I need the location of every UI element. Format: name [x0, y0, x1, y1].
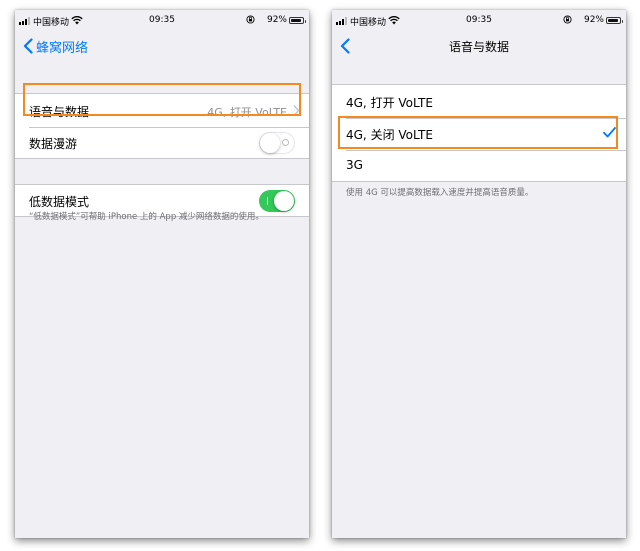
option-4g-volte-on[interactable]: 4G, 打开 VoLTE [332, 86, 626, 118]
option-3g[interactable]: 3G [332, 150, 626, 182]
status-bar: 中国移动 09:35 92% [15, 10, 309, 32]
data-roaming-toggle[interactable] [259, 132, 295, 154]
orientation-lock-icon [563, 15, 572, 24]
low-data-mode-label: 低数据模式 [29, 195, 90, 209]
voice-roaming-group: 语音与数据 4G, 打开 VoLTE 数据漫游 [15, 93, 309, 159]
battery-icon [606, 17, 623, 24]
toggle-knob [274, 191, 294, 211]
low-data-mode-footer: “低数据模式”可帮助 iPhone 上的 App 减少网络数据的使用。 [29, 212, 264, 222]
back-button[interactable]: 蜂窝网络 [23, 36, 88, 56]
battery-percentage: 92% [266, 15, 287, 25]
option-4g-volte-off[interactable]: 4G, 关闭 VoLTE [332, 118, 626, 150]
network-options-footer: 使用 4G 可以提高数据载入速度并提高语音质量。 [346, 188, 534, 198]
option-label: 3G [346, 158, 363, 172]
data-roaming-label: 数据漫游 [29, 137, 78, 151]
status-bar: 中国移动 09:35 92% [332, 10, 626, 32]
orientation-lock-icon [246, 15, 255, 24]
back-button-label: 蜂窝网络 [36, 40, 89, 56]
data-roaming-cell: 数据漫游 [15, 127, 309, 159]
toggle-off-mark [282, 139, 289, 146]
phone-screen-voice-data: 中国移动 09:35 92% 语音与数据 4G, 打开 VoLTE 4G, 关闭… [332, 10, 626, 538]
network-options-group: 4G, 打开 VoLTE 4G, 关闭 VoLTE 3G [332, 84, 626, 182]
low-data-mode-toggle[interactable] [259, 190, 295, 212]
option-label: 4G, 打开 VoLTE [346, 96, 433, 110]
status-time: 09:35 [466, 15, 492, 25]
phone-screen-cellular: 中国移动 09:35 92% 蜂窝网络 语音与数据 4G, 打开 VoLTE 数… [15, 10, 309, 538]
voice-and-data-value: 4G, 打开 VoLTE [207, 106, 287, 119]
checkmark-icon [603, 127, 616, 138]
navigation-bar: 蜂窝网络 [15, 32, 309, 60]
option-label: 4G, 关闭 VoLTE [346, 128, 433, 142]
voice-and-data-cell[interactable]: 语音与数据 4G, 打开 VoLTE [15, 95, 309, 127]
battery-icon [289, 17, 306, 24]
voice-and-data-label: 语音与数据 [29, 105, 90, 119]
battery-percentage: 92% [583, 15, 604, 25]
toggle-knob [260, 133, 280, 153]
navigation-bar: 语音与数据 [332, 32, 626, 60]
toggle-on-mark [267, 197, 268, 205]
back-chevron-icon [23, 38, 33, 54]
status-time: 09:35 [149, 15, 175, 25]
page-title: 语音与数据 [448, 40, 509, 54]
disclosure-chevron-icon [293, 105, 300, 116]
